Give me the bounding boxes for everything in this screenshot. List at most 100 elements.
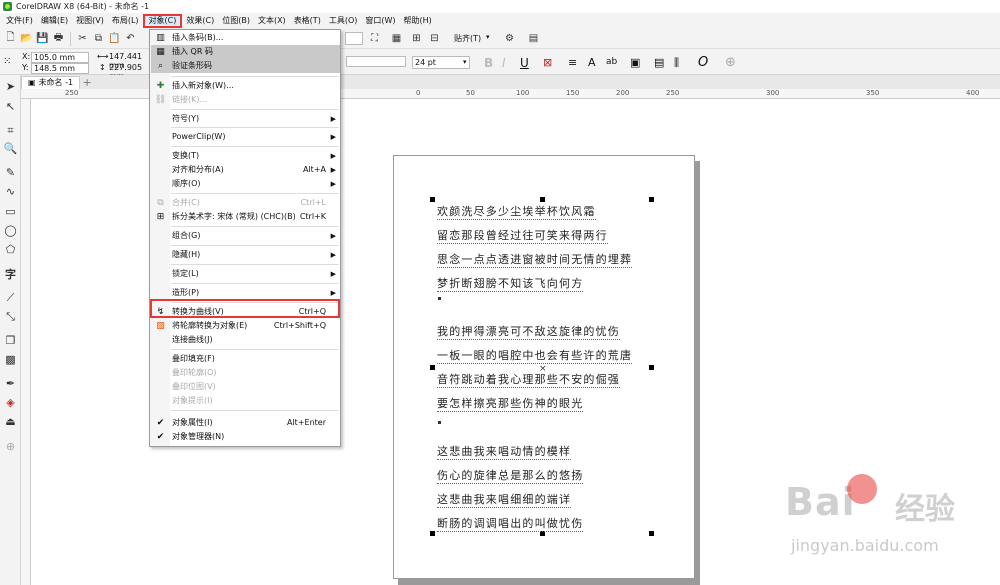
menu-item-overprint-bitmap[interactable]: 叠印位图(V) (151, 380, 340, 394)
text-edit-icon[interactable]: ab (606, 57, 617, 67)
menu-window[interactable]: 窗口(W) (361, 14, 399, 28)
character-format-icon[interactable]: A (588, 56, 596, 69)
vertical-text-icon[interactable]: ⫼ (674, 56, 679, 70)
menu-item-powerclip[interactable]: PowerClip(W) ▶ (151, 130, 340, 144)
chevron-down-icon[interactable]: ▾ (463, 58, 467, 66)
menu-item-validate-barcode[interactable]: ⌕ 验证条形码 (151, 59, 340, 73)
text-line[interactable]: 欢颜洗尽多少尘埃举杯饮风霜 (437, 203, 596, 220)
menu-edit[interactable]: 编辑(E) (37, 14, 72, 28)
text-frame-icon[interactable]: ▤ (654, 56, 664, 69)
menu-item-group[interactable]: 组合(G) ▶ (151, 229, 340, 243)
y-position-field[interactable]: 148.5 mm (31, 63, 89, 74)
menu-text[interactable]: 文本(X) (254, 14, 290, 28)
grid-icon[interactable]: ⊞ (410, 32, 423, 45)
menu-bitmaps[interactable]: 位图(B) (218, 14, 254, 28)
text-line[interactable]: 伤心的旋律总是那么的悠扬 (437, 467, 584, 484)
rulers-icon[interactable]: ▦ (390, 32, 403, 45)
selection-handle[interactable] (430, 197, 435, 202)
menu-item-join-curves[interactable]: 连接曲线(J) (151, 333, 340, 347)
text-line[interactable]: 一板一眼的唱腔中也会有些许的荒唐 (437, 347, 633, 364)
new-document-icon[interactable]: 🗋 (4, 32, 17, 45)
selection-handle[interactable] (649, 365, 654, 370)
text-tool-icon[interactable]: 字 (3, 266, 18, 281)
text-line[interactable]: 梦折断翅膀不知该飞向何方 (437, 275, 584, 292)
add-tool-icon[interactable]: ⊕ (3, 439, 18, 454)
connector-tool-icon[interactable]: ⤡ (3, 309, 18, 324)
ellipse-tool-icon[interactable]: ◯ (3, 223, 18, 238)
menu-file[interactable]: 文件(F) (2, 14, 37, 28)
menu-object[interactable]: 对象(C) (142, 14, 183, 28)
menu-tools[interactable]: 工具(O) (325, 14, 362, 28)
text-line[interactable]: 音符跳动着我心理那些不安的倔强 (437, 371, 620, 388)
selection-handle[interactable] (540, 197, 545, 202)
smart-fill-icon[interactable]: ⏏ (3, 414, 18, 429)
zoom-level-select[interactable] (345, 32, 363, 45)
text-line[interactable]: 断肠的调调唱出的叫做忧伤 (437, 515, 584, 532)
open-folder-icon[interactable]: 📂 (20, 32, 33, 45)
text-line[interactable]: 思念一点点透进窗被时间无情的埋葬 (437, 251, 633, 268)
selection-handle[interactable] (430, 531, 435, 536)
menu-item-order[interactable]: 顺序(O) ▶ (151, 177, 340, 191)
underline-icon[interactable]: U (520, 56, 529, 70)
launch-icon[interactable]: ▤ (527, 32, 540, 45)
menu-item-align-distribute[interactable]: 对齐和分布(A) Alt+A ▶ (151, 163, 340, 177)
zoom-tool-icon[interactable]: 🔍 (3, 141, 18, 156)
text-line[interactable]: 我的押得漂亮可不敌这旋律的忧伤 (437, 323, 620, 340)
menu-item-insert-barcode[interactable]: ▥ 插入条码(B)... (151, 31, 340, 45)
crop-tool-icon[interactable]: ⌗ (3, 123, 18, 138)
menu-item-combine[interactable]: ⧉ 合并(C) Ctrl+L (151, 196, 340, 210)
menu-item-hide[interactable]: 隐藏(H) ▶ (151, 248, 340, 262)
menu-item-transform[interactable]: 变换(T) ▶ (151, 149, 340, 163)
frame-icon[interactable]: ▣ (630, 56, 640, 69)
cut-icon[interactable]: ✂ (76, 32, 89, 45)
menu-effects[interactable]: 效果(C) (182, 14, 218, 28)
menu-layout[interactable]: 布局(L) (108, 14, 143, 28)
save-icon[interactable]: 💾 (36, 32, 49, 45)
add-icon[interactable]: ⊕ (725, 55, 736, 70)
height-field[interactable]: 227.905 mm (107, 63, 147, 81)
pick-tool-icon[interactable]: ➤ (3, 79, 18, 94)
menu-item-shaping[interactable]: 造形(P) ▶ (151, 286, 340, 300)
menu-item-symbol[interactable]: 符号(Y) ▶ (151, 112, 340, 126)
selection-handle[interactable] (649, 197, 654, 202)
print-icon[interactable]: 🖶 (52, 32, 65, 45)
menu-item-overprint-fill[interactable]: 叠印填充(F) (151, 352, 340, 366)
interactive-fill-icon[interactable]: ◈ (3, 395, 18, 410)
artistic-media-icon[interactable]: ∿ (3, 184, 18, 199)
snap-to-dropdown[interactable]: 贴齐(T) (454, 33, 481, 44)
parallel-dimension-icon[interactable]: ⟋ (3, 290, 18, 305)
selection-handle[interactable] (430, 365, 435, 370)
menu-item-lock[interactable]: 锁定(L) ▶ (151, 267, 340, 281)
transparency-icon[interactable]: ▩ (3, 352, 18, 367)
menu-item-overprint-outline[interactable]: 叠印轮廓(O) (151, 366, 340, 380)
paste-icon[interactable]: 📋 (108, 32, 121, 45)
font-size-select[interactable]: 24 pt (412, 56, 470, 69)
undo-icon[interactable]: ↶ (124, 32, 137, 45)
paragraph-format-icon[interactable]: ⊠ (543, 56, 552, 69)
eyedropper-icon[interactable]: ✒ (3, 376, 18, 391)
guidelines-icon[interactable]: ⊟ (428, 32, 441, 45)
menu-item-object-properties[interactable]: ✔ 对象属性(I) Alt+Enter (151, 416, 340, 430)
menu-help[interactable]: 帮助(H) (400, 14, 436, 28)
add-tab-icon[interactable]: + (80, 76, 94, 89)
menu-item-insert-new-object[interactable]: ✚ 插入新对象(W)... (151, 79, 340, 93)
text-line[interactable]: 要怎样擦亮那些伤神的眼光 (437, 395, 584, 412)
font-family-select[interactable] (346, 56, 406, 67)
bold-icon[interactable]: B (484, 56, 493, 70)
menu-item-break-apart[interactable]: ⊞ 拆分美术字: 宋体 (常规) (CHC)(B) Ctrl+K (151, 210, 340, 224)
width-field[interactable]: 147.441 mm (107, 52, 147, 70)
align-left-icon[interactable]: ≡ (568, 56, 577, 69)
shape-tool-icon[interactable]: ↖ (3, 99, 18, 114)
document-tab[interactable]: ▣ 未命名 -1 (21, 76, 81, 89)
copy-icon[interactable]: ⧉ (92, 32, 105, 45)
text-line[interactable]: 留恋那段曾经过往可笑来得两行 (437, 227, 608, 244)
x-position-field[interactable]: 105.0 mm (31, 52, 89, 63)
rectangle-tool-icon[interactable]: ▭ (3, 204, 18, 219)
menu-item-link[interactable]: ⛓ 链接(K)... (151, 93, 340, 107)
menu-item-object-manager[interactable]: ✔ 对象管理器(N) (151, 430, 340, 444)
menu-item-insert-qr-code[interactable]: ▦ 插入 QR 码 (151, 45, 340, 59)
menu-item-object-hints[interactable]: 对象提示(I) (151, 394, 340, 408)
menu-view[interactable]: 视图(V) (72, 14, 108, 28)
chevron-down-icon[interactable]: ▾ (486, 33, 490, 41)
selection-handle[interactable] (649, 531, 654, 536)
